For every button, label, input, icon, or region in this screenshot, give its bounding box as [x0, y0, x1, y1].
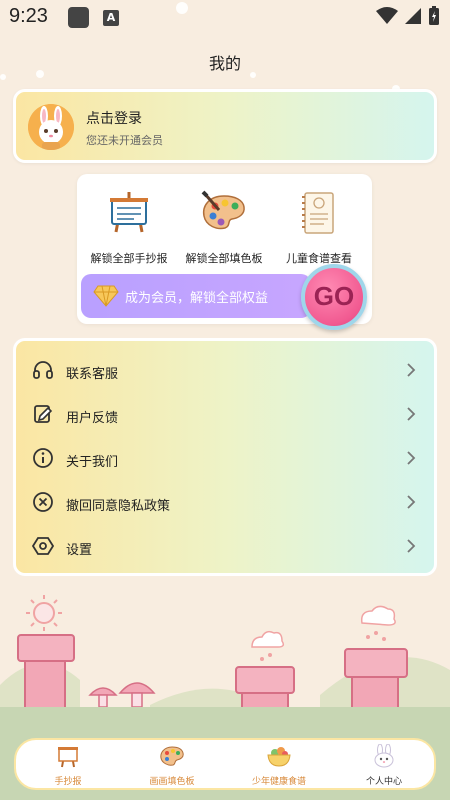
login-card[interactable]: 点击登录 您还未开通会员 — [13, 89, 437, 163]
chevron-right-icon — [407, 495, 416, 509]
feature-handwritten-newspaper[interactable]: 解锁全部手抄报 — [79, 188, 179, 266]
chevron-right-icon — [407, 539, 416, 553]
member-bar-text: 成为会员，解锁全部权益 — [125, 291, 269, 306]
nav-tab-coloring[interactable]: 画画填色板 — [122, 744, 222, 787]
membership-status: 您还未开通会员 — [86, 134, 163, 147]
menu-item-about-us[interactable]: 关于我们 — [16, 437, 434, 481]
nav-label: 画画填色板 — [149, 777, 195, 787]
easel-icon — [58, 747, 78, 768]
keyboard-notification-icon: A — [103, 10, 119, 26]
signal-icon — [405, 8, 421, 24]
become-member-bar[interactable]: 成为会员，解锁全部权益 — [81, 274, 311, 318]
page-title: 我的 — [208, 54, 241, 73]
wifi-icon — [376, 7, 398, 24]
info-icon — [33, 448, 53, 468]
notification-icon — [68, 7, 89, 28]
cloud-icon — [251, 605, 396, 648]
menu-item-label: 撤回同意隐私政策 — [66, 499, 171, 514]
nav-label: 手抄报 — [54, 777, 82, 787]
headset-icon — [33, 361, 53, 379]
nav-label: 少年健康食谱 — [251, 777, 306, 787]
menu-item-feedback[interactable]: 用户反馈 — [16, 393, 434, 437]
menu-item-settings[interactable]: 设置 — [16, 525, 434, 569]
food-bowl-icon — [267, 747, 291, 767]
bottom-nav: 手抄报 画画填色板 少年健康食谱 个人中心 — [14, 738, 436, 790]
avatar[interactable] — [28, 104, 74, 150]
feature-kids-recipes[interactable]: 儿童食谱查看 — [269, 188, 369, 266]
menu-item-label: 用户反馈 — [66, 411, 119, 426]
nav-tab-recipes[interactable]: 少年健康食谱 — [229, 744, 329, 787]
menu-item-revoke-privacy[interactable]: 撤回同意隐私政策 — [16, 481, 434, 525]
nav-tab-newspaper[interactable]: 手抄报 — [18, 744, 118, 787]
revoke-icon — [33, 492, 53, 512]
settings-menu-card: 联系客服 用户反馈 关于我们 撤回同意隐私政策 设置 — [13, 338, 437, 576]
chevron-right-icon — [407, 363, 416, 377]
menu-item-contact-support[interactable]: 联系客服 — [16, 349, 434, 393]
menu-item-label: 设置 — [66, 543, 93, 558]
feature-label: 解锁全部填色板 — [185, 252, 263, 265]
bunny-icon — [374, 743, 394, 768]
battery-icon — [429, 6, 439, 25]
chevron-right-icon — [407, 407, 416, 421]
menu-item-label: 联系客服 — [66, 367, 119, 382]
decor-dot — [0, 74, 6, 80]
feature-label: 解锁全部手抄报 — [90, 252, 168, 265]
settings-icon — [32, 537, 54, 555]
diamond-icon — [93, 285, 119, 307]
nav-tab-profile[interactable]: 个人中心 — [334, 743, 434, 787]
palette-icon — [201, 190, 245, 230]
decorative-landscape — [0, 595, 450, 740]
recipe-icon — [302, 192, 334, 234]
member-benefits-card: 解锁全部手抄报 解锁全部填色板 儿童食谱查看 成为会员，解锁全部权益 GO — [77, 174, 372, 330]
feature-label: 儿童食谱查看 — [286, 252, 352, 265]
go-button[interactable]: GO — [301, 264, 367, 330]
easel-icon — [110, 192, 148, 233]
feedback-icon — [34, 405, 53, 423]
status-time: 9:23 — [9, 5, 48, 27]
login-title[interactable]: 点击登录 — [86, 108, 142, 128]
menu-item-label: 关于我们 — [66, 455, 119, 470]
mushroom-icon — [88, 682, 156, 708]
chevron-right-icon — [407, 451, 416, 465]
feature-coloring-board[interactable]: 解锁全部填色板 — [174, 188, 274, 266]
nav-label: 个人中心 — [365, 777, 402, 787]
bunny-avatar-icon — [28, 104, 74, 150]
status-bar: 9:23 A — [0, 0, 450, 36]
sun-icon — [26, 595, 62, 631]
palette-icon — [160, 746, 184, 766]
